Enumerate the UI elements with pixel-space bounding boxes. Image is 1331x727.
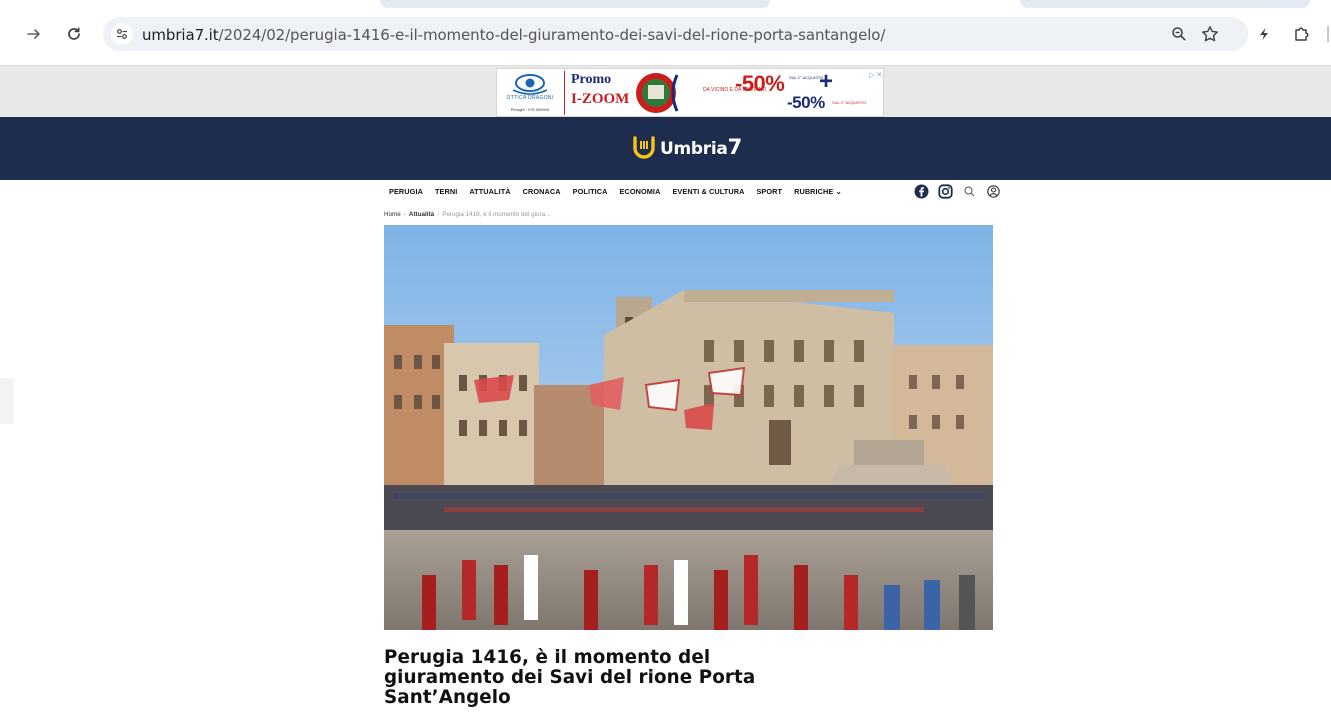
ad-brand: OTTICA DRAGONI <box>506 95 554 101</box>
nav-item-perugia[interactable]: PERUGIA <box>389 187 423 196</box>
social-links <box>914 184 1001 199</box>
url-host: umbria7.it <box>142 26 219 44</box>
zoom-button[interactable] <box>1168 23 1190 45</box>
tab[interactable] <box>380 0 770 8</box>
breadcrumb-current: Perugia 1416, è il momento del giura... <box>442 211 551 218</box>
url-path: /2024/02/perugia-1416-e-il-momento-del-g… <box>218 26 886 44</box>
nav-item-sport[interactable]: SPORT <box>756 187 782 196</box>
piazza-photo <box>384 225 993 630</box>
nav-item-attualita[interactable]: ATTUALITÀ <box>469 187 510 196</box>
ad-plus: + <box>819 68 834 95</box>
side-panel-handle[interactable] <box>0 378 14 424</box>
star-icon <box>1202 26 1218 42</box>
site-logo[interactable]: Umbria7 <box>632 133 742 161</box>
facebook-icon <box>914 184 929 199</box>
search-button[interactable] <box>962 184 977 199</box>
site-nav: PERUGIA TERNI ATTUALITÀ CRONACA POLITICA… <box>389 184 1001 201</box>
ad-discount-1: -50% <box>735 71 785 96</box>
instagram-icon <box>938 184 953 199</box>
breadcrumb: Home › Attualità › Perugia 1416, è il moment… <box>384 211 550 218</box>
ad-discount-2-note: SUL 2° ACQUISTO <box>832 100 867 105</box>
ad-phone: Perugia · 075 000000 <box>510 107 550 112</box>
facebook-link[interactable] <box>914 184 929 199</box>
ad-banner[interactable]: OTTICA DRAGONI Perugia · 075 000000 Prom… <box>496 68 884 117</box>
logo-word: Umbria <box>660 139 728 159</box>
breadcrumb-section[interactable]: Attualità <box>409 211 434 218</box>
bolt-icon <box>1260 28 1268 40</box>
nav-item-terni[interactable]: TERNI <box>435 187 457 196</box>
tab-strip <box>0 0 1331 10</box>
user-icon <box>987 185 1000 198</box>
tab[interactable] <box>1020 0 1310 8</box>
browser-chrome: umbria7.it/2024/02/perugia-1416-e-il-mom… <box>0 0 1331 66</box>
ad-izoom-text: I-ZOOM <box>571 91 630 107</box>
logo-text: Umbria7 <box>660 135 742 159</box>
nav-item-rubriche[interactable]: RUBRICHE ⌄ <box>794 187 842 196</box>
nav-item-economia[interactable]: ECONOMIA <box>620 187 661 196</box>
ad-divider <box>564 71 565 115</box>
url-text[interactable]: umbria7.it/2024/02/perugia-1416-e-il-mom… <box>142 26 885 44</box>
breadcrumb-home[interactable]: Home <box>384 211 401 218</box>
article-hero-image[interactable] <box>384 225 993 630</box>
adchoices-icon[interactable]: ▷ ✕ <box>869 71 882 79</box>
site-header: Umbria7 <box>0 117 1331 180</box>
zoom-icon <box>1172 27 1186 41</box>
forward-button[interactable] <box>22 22 46 46</box>
logo-number: 7 <box>727 135 743 159</box>
bookmark-button[interactable] <box>1199 23 1221 45</box>
instagram-link[interactable] <box>938 184 953 199</box>
nav-item-cronaca[interactable]: CRONACA <box>523 187 561 196</box>
extension-button[interactable] <box>1252 22 1276 46</box>
puzzle-icon <box>1295 27 1309 41</box>
reload-icon <box>68 27 80 40</box>
search-icon <box>964 186 975 197</box>
reload-button[interactable] <box>62 22 86 46</box>
breadcrumb-separator: › <box>403 211 406 218</box>
nav-item-eventi-cultura[interactable]: EVENTI & CULTURA <box>672 187 744 196</box>
ad-lens-graphic <box>636 73 679 113</box>
address-bar[interactable]: umbria7.it/2024/02/perugia-1416-e-il-mom… <box>103 17 1248 51</box>
nav-item-politica[interactable]: POLITICA <box>573 187 608 196</box>
toolbar-divider <box>1327 26 1329 42</box>
ad-strip: OTTICA DRAGONI Perugia · 075 000000 Prom… <box>0 66 1331 117</box>
nav-menu: PERUGIA TERNI ATTUALITÀ CRONACA POLITICA… <box>389 187 842 196</box>
ad-promo-text: Promo <box>571 72 612 87</box>
article-byline <box>384 719 464 727</box>
article-title: Perugia 1416, è il momento del giurament… <box>384 647 756 708</box>
ad-discount-2: -50% <box>787 93 825 112</box>
extensions-menu-button[interactable] <box>1290 22 1314 46</box>
site-info-button[interactable] <box>111 23 133 45</box>
breadcrumb-separator: › <box>437 211 440 218</box>
account-button[interactable] <box>986 184 1001 199</box>
umbria7-logo-icon <box>633 136 655 159</box>
arrow-right-icon <box>27 29 40 39</box>
tune-icon <box>117 29 127 39</box>
